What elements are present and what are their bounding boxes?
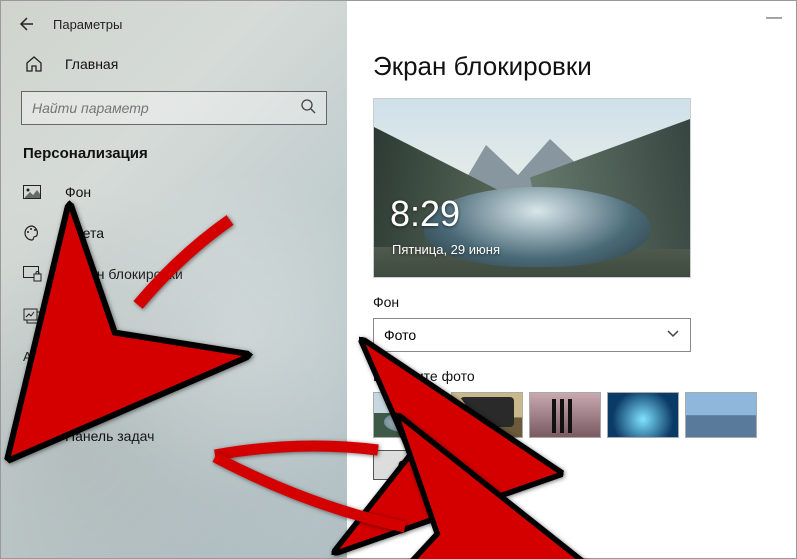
- sidebar-item-label: Шрифты: [65, 348, 121, 364]
- background-label: Фон: [373, 294, 766, 310]
- lock-screen-preview: 8:29 Пятница, 29 июня: [373, 98, 691, 278]
- sidebar-item-themes[interactable]: Темы: [1, 294, 347, 336]
- photo-thumbnails: [373, 392, 766, 438]
- browse-button[interactable]: Обзор: [373, 450, 463, 480]
- sidebar: Параметры Главная Персонализация Фон: [1, 1, 347, 558]
- palette-icon: [23, 224, 43, 242]
- browse-label: Обзор: [398, 457, 438, 473]
- sidebar-item-label: Темы: [65, 307, 100, 323]
- back-button[interactable]: [15, 14, 35, 34]
- sidebar-item-label: Цвета: [65, 225, 104, 241]
- arrow-left-icon: [17, 16, 33, 32]
- home-icon: [25, 55, 43, 73]
- sidebar-item-fonts[interactable]: AA Шрифты: [1, 336, 347, 376]
- section-header: Персонализация: [1, 139, 347, 172]
- background-select[interactable]: Фото: [373, 318, 691, 352]
- preview-time: 8:29: [390, 193, 460, 235]
- sidebar-item-label: Экран блокировки: [65, 266, 183, 282]
- sidebar-item-background[interactable]: Фон: [1, 172, 347, 212]
- svg-text:A: A: [23, 349, 32, 364]
- sidebar-item-label: Пуск: [65, 388, 95, 404]
- photo-thumbnail[interactable]: [607, 392, 679, 438]
- page-title: Экран блокировки: [373, 51, 766, 82]
- themes-icon: [23, 306, 43, 324]
- sidebar-item-label: Фон: [65, 184, 91, 200]
- minimize-button[interactable]: —: [766, 9, 782, 27]
- photo-thumbnail[interactable]: [373, 392, 445, 438]
- home-label: Главная: [65, 56, 118, 72]
- photo-thumbnail[interactable]: [451, 392, 523, 438]
- search-box[interactable]: [21, 91, 327, 125]
- fonts-icon: AA: [23, 348, 43, 364]
- photo-thumbnail[interactable]: [529, 392, 601, 438]
- titlebar: Параметры: [1, 1, 347, 41]
- search-icon: [300, 98, 316, 119]
- picture-icon: [23, 185, 43, 199]
- svg-text:A: A: [32, 353, 38, 363]
- sidebar-item-colors[interactable]: Цвета: [1, 212, 347, 254]
- select-value: Фото: [384, 327, 416, 343]
- chevron-down-icon: [666, 326, 680, 345]
- window-title: Параметры: [53, 17, 122, 32]
- photo-thumbnail[interactable]: [685, 392, 757, 438]
- settings-window: Параметры Главная Персонализация Фон: [1, 1, 796, 558]
- sidebar-item-label: Панель задач: [65, 428, 154, 444]
- taskbar-icon: [23, 429, 43, 443]
- main-content: — Экран блокировки 8:29 Пятница, 29 июня…: [347, 1, 796, 558]
- preview-date: Пятница, 29 июня: [392, 242, 500, 257]
- lock-screen-icon: [23, 266, 43, 282]
- sidebar-item-taskbar[interactable]: Панель задач: [1, 416, 347, 456]
- sidebar-item-home[interactable]: Главная: [1, 41, 347, 83]
- choose-photo-label: Выберите фото: [373, 368, 766, 384]
- start-icon: [23, 388, 43, 404]
- search-input[interactable]: [32, 100, 300, 116]
- sidebar-item-start[interactable]: Пуск: [1, 376, 347, 416]
- sidebar-item-lock-screen[interactable]: Экран блокировки: [1, 254, 347, 294]
